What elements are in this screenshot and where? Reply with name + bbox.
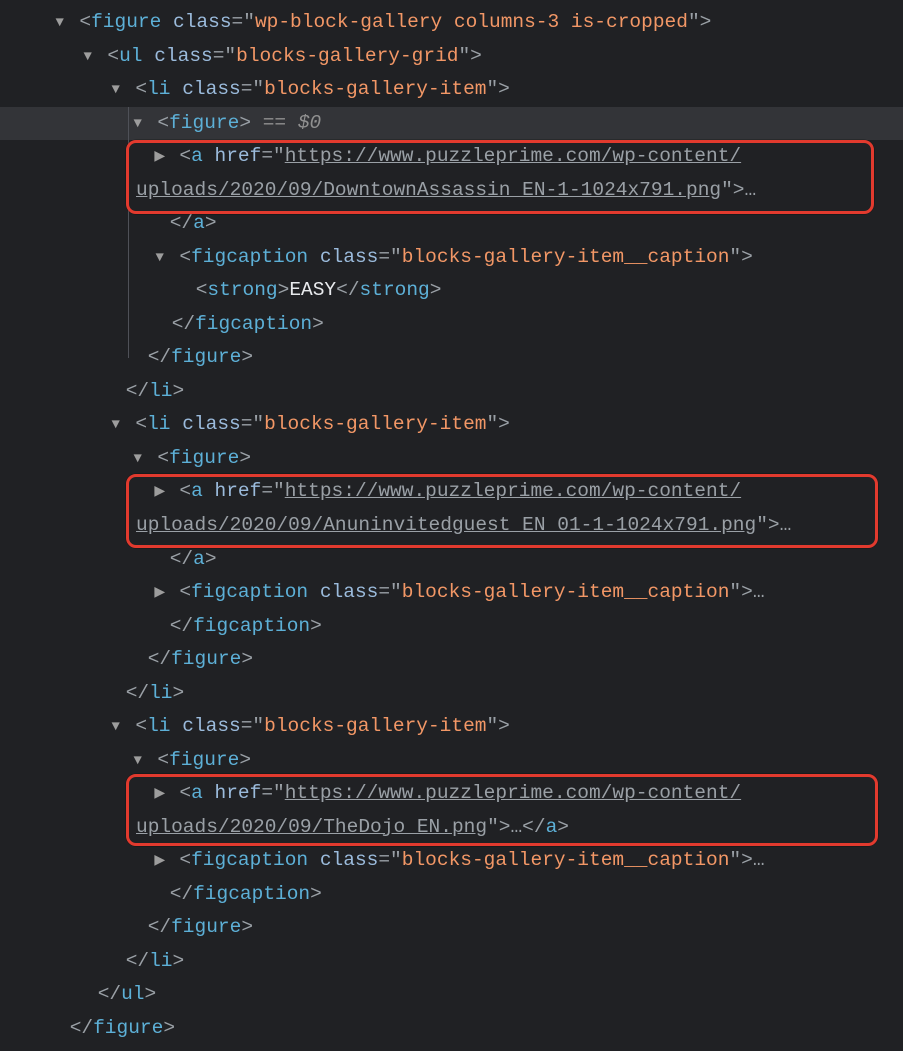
- href-url-1b[interactable]: uploads/2020/09/DowntownAssassin_EN-1-10…: [136, 179, 721, 201]
- dom-node-a-3-wrap[interactable]: uploads/2020/09/TheDojo_EN.png">…</a>: [0, 811, 903, 845]
- text-easy: EASY: [289, 279, 336, 301]
- dom-node-a-1-close[interactable]: </a>: [0, 207, 903, 241]
- dom-node-a-2-close[interactable]: </a>: [0, 543, 903, 577]
- expand-triangle-icon[interactable]: ▼: [130, 749, 146, 773]
- dom-node-figcaption-1-close[interactable]: </figcaption>: [0, 308, 903, 342]
- dom-node-li-3-open[interactable]: ▼ <li class="blocks-gallery-item">: [0, 710, 903, 744]
- dom-node-figcaption-2[interactable]: ▶ <figcaption class="blocks-gallery-item…: [0, 576, 903, 610]
- expand-triangle-icon[interactable]: ▼: [130, 112, 146, 136]
- expand-triangle-icon[interactable]: ▶: [152, 145, 168, 169]
- dom-node-li-2-open[interactable]: ▼ <li class="blocks-gallery-item">: [0, 408, 903, 442]
- expand-triangle-icon[interactable]: ▼: [130, 447, 146, 471]
- dom-node-figcaption-3-close[interactable]: </figcaption>: [0, 878, 903, 912]
- dom-node-ul-close[interactable]: </ul>: [0, 978, 903, 1012]
- expand-triangle-icon[interactable]: ▶: [152, 782, 168, 806]
- href-url-2[interactable]: https://www.puzzleprime.com/wp-content/: [285, 480, 741, 502]
- dom-node-li-1-close[interactable]: </li>: [0, 375, 903, 409]
- dom-node-figure-1-close[interactable]: </figure>: [0, 341, 903, 375]
- dom-node-figcaption-2-close[interactable]: </figcaption>: [0, 610, 903, 644]
- expand-triangle-icon[interactable]: ▶: [152, 480, 168, 504]
- href-url-2b[interactable]: uploads/2020/09/Anuninvitedguest_EN_01-1…: [136, 514, 756, 536]
- dom-node-strong[interactable]: <strong>EASY</strong>: [0, 274, 903, 308]
- devtools-elements-panel[interactable]: ▼ <figure class="wp-block-gallery column…: [0, 0, 903, 1051]
- expand-triangle-icon[interactable]: ▼: [80, 45, 96, 69]
- expand-triangle-icon[interactable]: ▼: [108, 413, 124, 437]
- dom-node-li-2-close[interactable]: </li>: [0, 677, 903, 711]
- dom-node-a-1[interactable]: ▶ <a href="https://www.puzzleprime.com/w…: [0, 140, 903, 174]
- dom-node-ul-open[interactable]: ▼ <ul class="blocks-gallery-grid">: [0, 40, 903, 74]
- href-url-3b[interactable]: uploads/2020/09/TheDojo_EN.png: [136, 816, 487, 838]
- dom-node-a-2-wrap[interactable]: uploads/2020/09/Anuninvitedguest_EN_01-1…: [0, 509, 903, 543]
- expand-triangle-icon[interactable]: ▼: [108, 715, 124, 739]
- expand-triangle-icon[interactable]: ▼: [108, 78, 124, 102]
- dom-node-figure-1-open[interactable]: ▼ <figure> == $0: [0, 107, 903, 141]
- href-url-1[interactable]: https://www.puzzleprime.com/wp-content/: [285, 145, 741, 167]
- dom-node-figure-2-close[interactable]: </figure>: [0, 643, 903, 677]
- dom-node-a-3[interactable]: ▶ <a href="https://www.puzzleprime.com/w…: [0, 777, 903, 811]
- dom-node-figure-3-close[interactable]: </figure>: [0, 911, 903, 945]
- expand-triangle-icon[interactable]: ▼: [152, 246, 168, 270]
- dom-node-figure-3-open[interactable]: ▼ <figure>: [0, 744, 903, 778]
- expand-triangle-icon[interactable]: ▼: [52, 11, 68, 35]
- expand-triangle-icon[interactable]: ▶: [152, 849, 168, 873]
- href-url-3[interactable]: https://www.puzzleprime.com/wp-content/: [285, 782, 741, 804]
- dom-node-figure-outer-open[interactable]: ▼ <figure class="wp-block-gallery column…: [0, 6, 903, 40]
- dom-node-figcaption-3[interactable]: ▶ <figcaption class="blocks-gallery-item…: [0, 844, 903, 878]
- dom-node-a-1-wrap[interactable]: uploads/2020/09/DowntownAssassin_EN-1-10…: [0, 174, 903, 208]
- dom-node-li-1-open[interactable]: ▼ <li class="blocks-gallery-item">: [0, 73, 903, 107]
- expand-triangle-icon[interactable]: ▶: [152, 581, 168, 605]
- dom-node-figure-2-open[interactable]: ▼ <figure>: [0, 442, 903, 476]
- dom-node-a-2[interactable]: ▶ <a href="https://www.puzzleprime.com/w…: [0, 475, 903, 509]
- dom-node-figure-outer-close[interactable]: </figure>: [0, 1012, 903, 1046]
- dom-node-li-3-close[interactable]: </li>: [0, 945, 903, 979]
- dom-node-figcaption-1-open[interactable]: ▼ <figcaption class="blocks-gallery-item…: [0, 241, 903, 275]
